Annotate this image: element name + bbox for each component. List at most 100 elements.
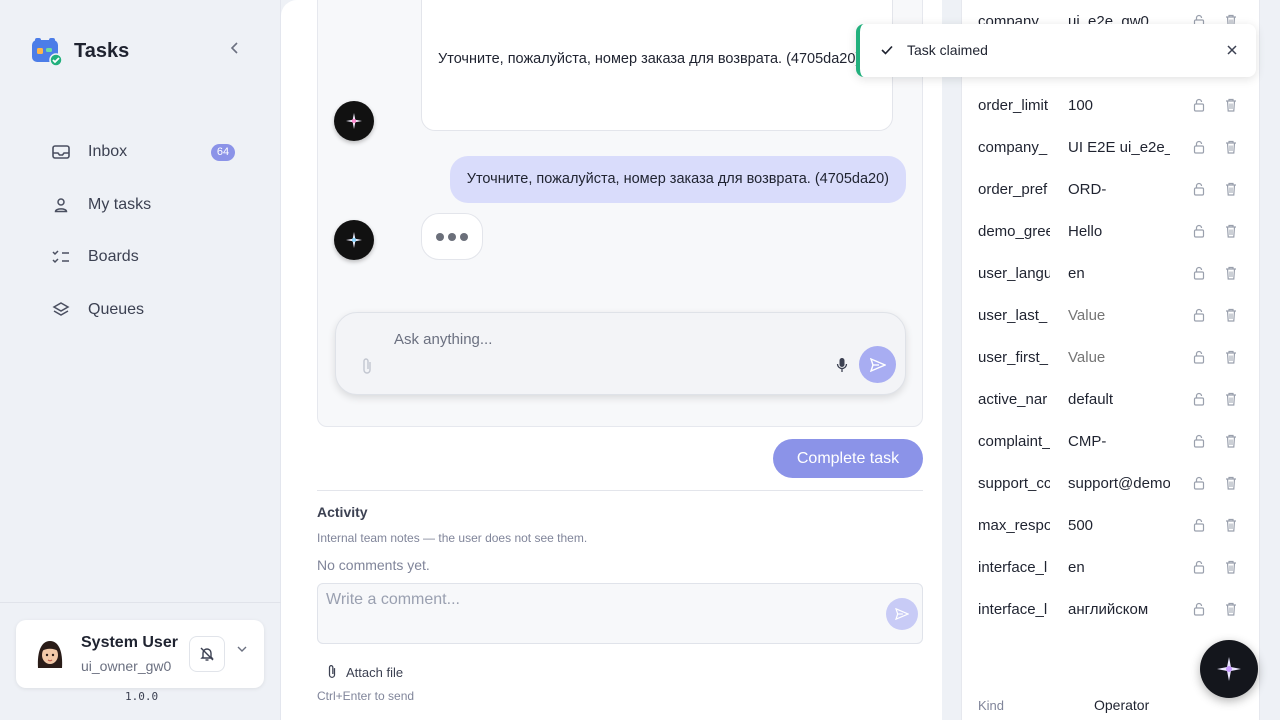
send-icon	[869, 357, 886, 372]
property-value-input[interactable]	[1068, 169, 1170, 211]
lock-icon[interactable]	[1193, 98, 1205, 112]
property-row: support_cc	[978, 463, 1248, 505]
trash-icon[interactable]	[1225, 518, 1237, 532]
notifications-button[interactable]	[189, 636, 225, 672]
property-row: order_limit	[978, 85, 1248, 127]
sparkle-icon	[1217, 657, 1241, 681]
collapse-sidebar-button[interactable]	[226, 40, 244, 60]
lock-icon[interactable]	[1193, 308, 1205, 322]
property-row: user_first_	[978, 337, 1248, 379]
property-value-input[interactable]	[1068, 337, 1170, 379]
lock-icon[interactable]	[1193, 266, 1205, 280]
trash-icon[interactable]	[1225, 476, 1237, 490]
property-key: active_nar	[978, 391, 1048, 408]
check-icon	[880, 43, 894, 57]
sidebar-item-label: Boards	[88, 248, 139, 266]
toast-message: Task claimed	[907, 42, 988, 58]
brand[interactable]: Tasks	[32, 36, 129, 67]
sidebar-divider	[0, 602, 281, 603]
property-value-input[interactable]	[1068, 421, 1170, 463]
attach-file-button[interactable]: Attach file	[327, 664, 403, 680]
trash-icon[interactable]	[1225, 350, 1237, 364]
property-row: user_langu	[978, 253, 1248, 295]
paperclip-icon[interactable]	[361, 357, 375, 375]
trash-icon[interactable]	[1225, 392, 1237, 406]
assistant-avatar	[334, 220, 374, 260]
property-value-input[interactable]	[1068, 589, 1170, 631]
no-comments-text: No comments yet.	[317, 557, 430, 573]
property-row: complaint_	[978, 421, 1248, 463]
toast-notification: Task claimed	[856, 24, 1256, 77]
property-value-input[interactable]	[1068, 85, 1170, 127]
trash-icon[interactable]	[1225, 266, 1237, 280]
attach-file-label: Attach file	[346, 664, 404, 680]
trash-icon[interactable]	[1225, 98, 1237, 112]
send-icon	[895, 608, 909, 620]
properties-panel: company_device_naorder_limitcompany_orde…	[961, 0, 1260, 720]
sidebar-item-queues[interactable]: Queues	[40, 284, 250, 337]
user-handle: ui_owner_gw0	[81, 658, 172, 674]
typing-indicator	[421, 213, 483, 260]
property-value-input[interactable]	[1068, 379, 1170, 421]
user-message: Уточните, пожалуйста, номер заказа для в…	[449, 156, 906, 203]
property-key: interface_l	[978, 601, 1048, 618]
user-name: System User	[81, 634, 178, 651]
typing-dot	[460, 232, 468, 241]
property-value-input[interactable]	[1068, 295, 1170, 337]
lock-icon[interactable]	[1193, 350, 1205, 364]
property-key: company_	[978, 139, 1048, 156]
inbox-count-badge: 64	[211, 144, 235, 161]
property-key: user_langu	[978, 265, 1050, 282]
lock-icon[interactable]	[1193, 560, 1205, 574]
send-message-button[interactable]	[859, 346, 896, 383]
trash-icon[interactable]	[1225, 308, 1237, 322]
user-menu-chevron-icon[interactable]	[237, 644, 247, 656]
lock-icon[interactable]	[1193, 476, 1205, 490]
lock-icon[interactable]	[1193, 182, 1205, 196]
trash-icon[interactable]	[1225, 602, 1237, 616]
chat-input[interactable]	[394, 331, 814, 348]
send-comment-button[interactable]	[886, 598, 918, 630]
sidebar-item-label: Inbox	[88, 143, 128, 161]
typing-dot	[436, 232, 444, 241]
avatar	[35, 638, 65, 670]
property-row: user_last_	[978, 295, 1248, 337]
kind-value: Operator	[1094, 697, 1150, 713]
chevron-left-icon	[230, 42, 238, 54]
property-value-input[interactable]	[1068, 253, 1170, 295]
lock-icon[interactable]	[1193, 518, 1205, 532]
microphone-icon[interactable]	[836, 357, 850, 375]
lock-icon[interactable]	[1193, 224, 1205, 238]
property-value-input[interactable]	[1068, 547, 1170, 589]
task-detail-panel: Уточните, пожалуйста, номер заказа для в…	[281, 0, 942, 720]
trash-icon[interactable]	[1225, 434, 1237, 448]
lock-icon[interactable]	[1193, 434, 1205, 448]
close-toast-button[interactable]	[1224, 42, 1240, 58]
sidebar-item-boards[interactable]: Boards	[40, 231, 250, 284]
lock-icon[interactable]	[1193, 392, 1205, 406]
section-divider	[317, 490, 923, 491]
property-value-input[interactable]	[1068, 211, 1170, 253]
sidebar-item-my-tasks[interactable]: My tasks	[40, 179, 250, 232]
trash-icon[interactable]	[1225, 140, 1237, 154]
assistant-fab-button[interactable]	[1200, 640, 1258, 698]
sparkle-icon	[346, 113, 362, 129]
sidebar-item-inbox[interactable]: Inbox 64	[40, 126, 250, 179]
property-row: interface_l	[978, 589, 1248, 631]
property-key: interface_l	[978, 559, 1048, 576]
property-value-input[interactable]	[1068, 463, 1170, 505]
property-key: complaint_	[978, 433, 1050, 450]
comment-input[interactable]	[326, 591, 866, 609]
property-value-input[interactable]	[1068, 127, 1170, 169]
complete-task-button[interactable]: Complete task	[773, 439, 923, 478]
property-row: interface_l	[978, 547, 1248, 589]
trash-icon[interactable]	[1225, 182, 1237, 196]
trash-icon[interactable]	[1225, 224, 1237, 238]
lock-icon[interactable]	[1193, 140, 1205, 154]
paperclip-icon	[327, 664, 339, 680]
sidebar-nav: Inbox 64 My tasks Boards Queues	[40, 126, 250, 336]
trash-icon[interactable]	[1225, 560, 1237, 574]
lock-icon[interactable]	[1193, 602, 1205, 616]
property-value-input[interactable]	[1068, 505, 1170, 547]
user-card[interactable]: System User ui_owner_gw0	[16, 620, 264, 688]
